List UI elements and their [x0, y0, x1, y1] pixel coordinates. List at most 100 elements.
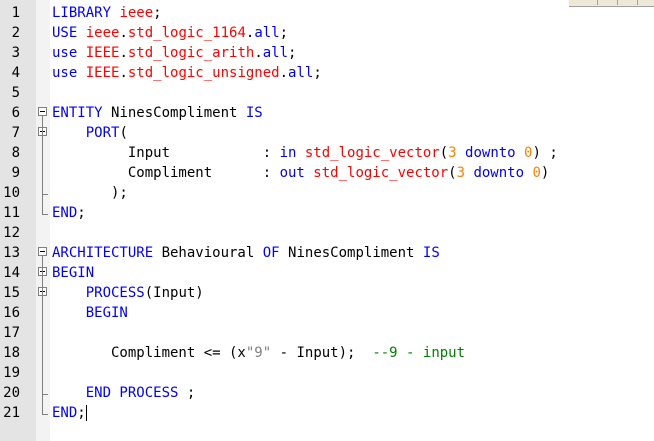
code-text: PROCESS(Input)	[52, 283, 204, 303]
line-number: 14	[3, 265, 20, 281]
code-token: all	[288, 65, 314, 81]
code-text: BEGIN	[52, 263, 94, 283]
code-text: PORT(	[52, 123, 128, 143]
code-text: ARCHITECTURE Behavioural OF NinesComplim…	[52, 243, 440, 263]
code-token: Behavioural	[161, 245, 263, 261]
code-token: IS	[422, 245, 440, 261]
code-line[interactable]: 7 PORT(	[0, 123, 654, 143]
code-line[interactable]: 1 LIBRARY ieee;	[0, 3, 654, 23]
code-line[interactable]: 11 END;	[0, 203, 654, 223]
code-token: PORT	[85, 125, 120, 141]
code-token: BEGIN	[85, 305, 128, 321]
line-number: 2	[11, 25, 20, 41]
code-line[interactable]: 2 USE ieee.std_logic_1164.all;	[0, 23, 654, 43]
code-token: LIBRARY	[52, 5, 120, 21]
code-text: use IEEE.std_logic_arith.all;	[52, 43, 296, 63]
code-line[interactable]: 3 use IEEE.std_logic_arith.all;	[0, 43, 654, 63]
code-token: ;	[77, 205, 86, 221]
line-number: 7	[11, 125, 20, 141]
code-line[interactable]: 8 Input : in std_logic_vector(3 downto 0…	[0, 143, 654, 163]
code-line[interactable]: 17	[0, 323, 654, 343]
code-text: Compliment <= (x"9" - Input); --9 - inpu…	[52, 343, 465, 363]
code-token: )	[540, 165, 550, 181]
fold-end-marker	[42, 194, 48, 195]
code-line[interactable]: 19	[0, 363, 654, 383]
code-token: std_logic_vector	[304, 145, 440, 161]
code-token: );	[52, 185, 128, 201]
fold-collapse-icon[interactable]	[38, 107, 47, 116]
code-token: END	[52, 405, 78, 421]
code-token: std_logic_arith	[127, 45, 255, 61]
code-token: use	[52, 65, 86, 81]
code-token: ;	[279, 25, 289, 41]
code-line[interactable]: 6 ENTITY NinesCompliment IS	[0, 103, 654, 123]
code-token: in	[279, 145, 305, 161]
code-token: ;	[288, 45, 297, 61]
code-token: OF	[262, 245, 289, 261]
code-line[interactable]: 15 PROCESS(Input)	[0, 283, 654, 303]
code-line[interactable]: 4 use IEEE.std_logic_unsigned.all;	[0, 63, 654, 83]
code-token: std_logic_vector	[313, 165, 449, 181]
code-token: all	[262, 45, 289, 61]
code-token: ieee	[119, 5, 154, 21]
line-number: 10	[3, 185, 20, 201]
code-line[interactable]: 21 END;	[0, 403, 654, 423]
code-token: std_logic_1164	[127, 25, 246, 41]
code-token: ;	[313, 65, 322, 81]
code-line[interactable]: 10 );	[0, 183, 654, 203]
code-token: .	[119, 25, 128, 41]
line-number: 11	[3, 205, 20, 221]
code-token: ;	[186, 385, 196, 401]
code-line[interactable]: 18 Compliment <= (x"9" - Input); --9 - i…	[0, 343, 654, 363]
code-token: ;	[77, 405, 86, 421]
fold-end-marker	[42, 414, 48, 415]
fold-guide-line	[42, 296, 43, 394]
code-token: Compliment <= (x	[52, 345, 246, 361]
code-token: IS	[245, 105, 263, 121]
line-number: 20	[3, 385, 20, 401]
line-number: 15	[3, 285, 20, 301]
code-token: Input :	[52, 145, 280, 161]
code-line[interactable]: 12	[0, 223, 654, 243]
code-token: USE	[52, 25, 86, 41]
code-token: ) ;	[532, 145, 558, 161]
code-token: Compliment :	[52, 165, 280, 181]
code-token: ;	[153, 5, 162, 21]
line-number: 3	[11, 45, 20, 61]
code-text: USE ieee.std_logic_1164.all;	[52, 23, 288, 43]
code-token: downto	[465, 145, 525, 161]
code-token: END PROCESS	[85, 385, 187, 401]
code-line[interactable]: 5	[0, 83, 654, 103]
code-token: PROCESS	[85, 285, 145, 301]
code-token: ENTITY	[52, 105, 112, 121]
line-number: 9	[11, 165, 20, 181]
code-token: --9 - input	[372, 345, 466, 361]
code-text: );	[52, 183, 128, 203]
code-token: NinesCompliment	[288, 245, 423, 261]
code-editor[interactable]: 1 LIBRARY ieee; 2 USE ieee.std_logic_1164.a…	[0, 0, 654, 441]
code-token: .	[279, 65, 289, 81]
code-token: std_logic_unsigned	[127, 65, 280, 81]
code-token: (Input)	[144, 285, 204, 301]
code-line[interactable]: 14 BEGIN	[0, 263, 654, 283]
code-token: END	[52, 205, 78, 221]
code-token: .	[119, 65, 128, 81]
line-number: 19	[3, 365, 20, 381]
line-number: 12	[3, 225, 20, 241]
code-line[interactable]: 16 BEGIN	[0, 303, 654, 323]
code-token: ieee	[85, 25, 120, 41]
line-number: 5	[11, 85, 20, 101]
code-line[interactable]: 9 Compliment : out std_logic_vector(3 do…	[0, 163, 654, 183]
code-token: 3	[456, 165, 474, 181]
fold-collapse-icon[interactable]	[38, 247, 47, 256]
line-number: 18	[3, 345, 20, 361]
code-token: (	[119, 125, 128, 141]
code-line[interactable]: 20 END PROCESS ;	[0, 383, 654, 403]
code-text: ENTITY NinesCompliment IS	[52, 103, 263, 123]
code-line[interactable]: 13 ARCHITECTURE Behavioural OF NinesCompl…	[0, 243, 654, 263]
code-token: 3	[448, 145, 466, 161]
line-number: 21	[3, 405, 20, 421]
